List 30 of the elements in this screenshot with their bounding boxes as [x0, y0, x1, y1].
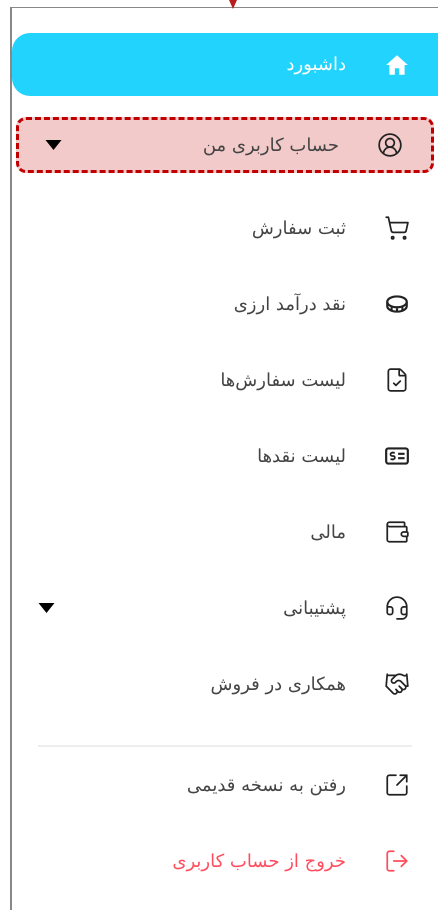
- menu-label: داشبورد: [286, 53, 346, 77]
- caret-icon: [38, 603, 55, 613]
- menu-label: لیست سفارش‌ها: [220, 368, 346, 392]
- menu-item[interactable]: نقد درآمد ارزی: [12, 266, 438, 342]
- menu-label: خروج از حساب کاربری: [172, 850, 346, 874]
- menu-item[interactable]: رفتن به نسخه قدیمی: [12, 747, 438, 823]
- menu-label: حساب کاربری من: [202, 134, 339, 158]
- menu-label: رفتن به نسخه قدیمی: [186, 774, 346, 798]
- menu-item[interactable]: ثبت سفارش: [12, 190, 438, 266]
- menu-label: لیست نقدها: [257, 444, 346, 468]
- cart-icon: [384, 215, 410, 241]
- menu-label: همکاری در فروش: [210, 672, 346, 696]
- menu-label: مالی: [310, 520, 346, 544]
- menu-label: پشتیبانی: [283, 596, 346, 620]
- menu-label: نقد درآمد ارزی: [234, 292, 346, 316]
- menu-item[interactable]: لیست سفارش‌ها: [12, 342, 438, 418]
- arrow-icon: [229, 0, 237, 9]
- menu-label: ثبت سفارش: [252, 216, 346, 240]
- external-link-icon: [384, 772, 410, 798]
- menu-item[interactable]: حساب کاربری من: [16, 117, 434, 173]
- handshake-icon: [384, 671, 410, 697]
- headset-icon: [384, 595, 410, 621]
- logout-icon: [384, 848, 410, 874]
- menu-item[interactable]: مالی: [12, 494, 438, 570]
- user-icon: [377, 132, 403, 158]
- menu-item[interactable]: پشتیبانی: [12, 570, 438, 646]
- menu-item[interactable]: لیست نقدها: [12, 418, 438, 494]
- caret-icon: [45, 140, 62, 150]
- menu-item[interactable]: همکاری در فروش: [12, 646, 438, 722]
- wallet-icon: [384, 519, 410, 545]
